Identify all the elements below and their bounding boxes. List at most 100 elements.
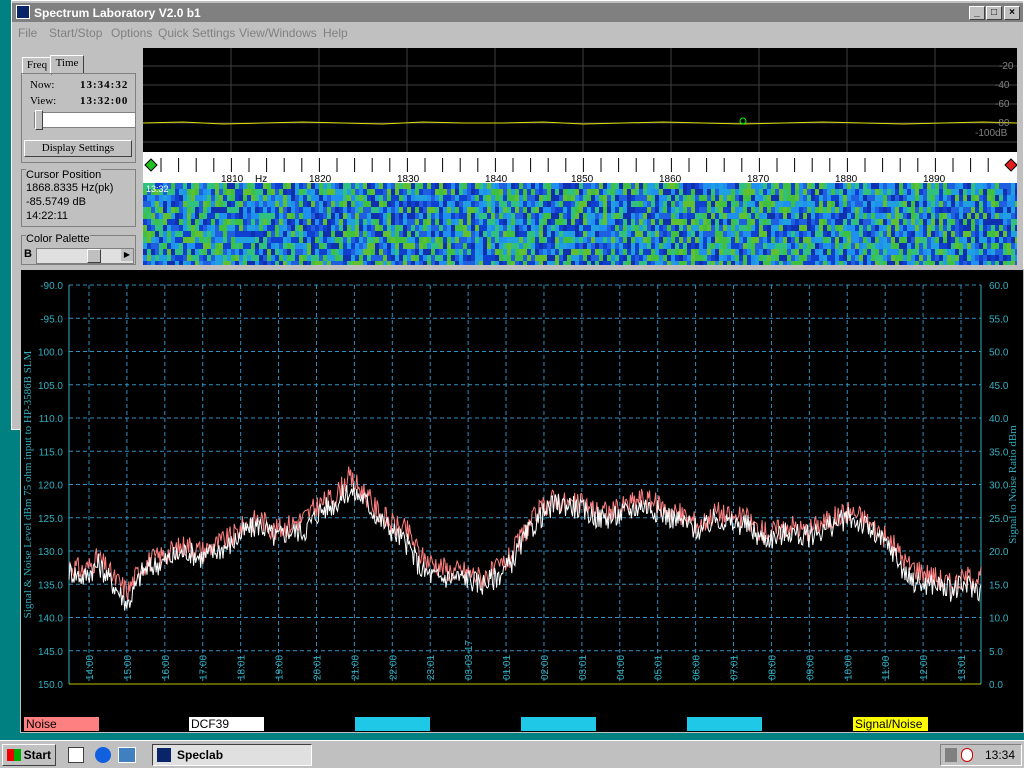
- waterfall-cell: [1007, 213, 1011, 219]
- time-slider[interactable]: [34, 110, 136, 130]
- waterfall-cell: [783, 195, 787, 201]
- waterfall-cell: [811, 249, 815, 255]
- waterfall-cell: [155, 225, 159, 231]
- legend-item[interactable]: [521, 717, 596, 731]
- waterfall-cell: [667, 207, 671, 213]
- waterfall-cell: [967, 201, 971, 207]
- waterfall-cell: [143, 261, 147, 265]
- waterfall-cell: [999, 207, 1003, 213]
- waterfall-cell: [671, 213, 675, 219]
- menu-file[interactable]: File: [18, 26, 37, 40]
- waterfall-cell: [415, 237, 419, 243]
- palette-scrollbar[interactable]: ▶: [36, 248, 134, 264]
- palette-scroll-thumb[interactable]: [87, 249, 101, 263]
- waterfall-cell: [347, 225, 351, 231]
- waterfall-cell: [1011, 183, 1015, 189]
- waterfall-cell: [267, 201, 271, 207]
- waterfall-cell: [311, 261, 315, 265]
- waterfall-cell: [231, 243, 235, 249]
- waterfall-cell: [607, 207, 611, 213]
- waterfall-cell: [1015, 231, 1017, 237]
- waterfall-cell: [859, 243, 863, 249]
- waterfall-cell: [575, 183, 579, 189]
- waterfall-cell: [147, 207, 151, 213]
- frequency-ruler[interactable]: 1810 Hz 1820 1830 1840 1850 1860 1870 18…: [143, 152, 1018, 185]
- waterfall-cell: [563, 195, 567, 201]
- waterfall-cell: [739, 207, 743, 213]
- menu-view-windows[interactable]: View/Windows: [239, 26, 317, 40]
- channels-icon[interactable]: [118, 747, 136, 763]
- display-settings-button[interactable]: Display Settings: [24, 140, 132, 157]
- waterfall-cell: [875, 183, 879, 189]
- waterfall-cell: [619, 201, 623, 207]
- waterfall-display[interactable]: 13:32: [143, 183, 1017, 265]
- task-speclab[interactable]: Speclab: [152, 744, 312, 766]
- minimize-button[interactable]: _: [969, 6, 985, 20]
- waterfall-cell: [611, 189, 615, 195]
- right-marker-icon[interactable]: [1004, 158, 1018, 172]
- clock[interactable]: 13:34: [985, 748, 1015, 762]
- app-icon[interactable]: [16, 5, 30, 19]
- waterfall-cell: [199, 231, 203, 237]
- waterfall-cell: [415, 201, 419, 207]
- waterfall-cell: [367, 195, 371, 201]
- waterfall-cell: [603, 261, 607, 265]
- waterfall-cell: [311, 195, 315, 201]
- maximize-button[interactable]: □: [986, 6, 1002, 20]
- start-button[interactable]: Start: [2, 744, 56, 766]
- waterfall-cell: [299, 225, 303, 231]
- waterfall-cell: [731, 201, 735, 207]
- desktop-icon[interactable]: [68, 747, 84, 763]
- legend-item[interactable]: [687, 717, 762, 731]
- waterfall-cell: [703, 243, 707, 249]
- waterfall-cell: [647, 231, 651, 237]
- legend-item[interactable]: Noise: [24, 717, 99, 731]
- waterfall-cell: [647, 255, 651, 261]
- waterfall-cell: [435, 195, 439, 201]
- waterfall-cell: [955, 243, 959, 249]
- waterfall-cell: [155, 207, 159, 213]
- waterfall-cell: [283, 207, 287, 213]
- spectrum-display[interactable]: -20 -40 -60 -80 -100dB: [142, 48, 1018, 152]
- waterfall-cell: [479, 249, 483, 255]
- waterfall-cell: [475, 207, 479, 213]
- menu-options[interactable]: Options: [111, 26, 152, 40]
- waterfall-cell: [467, 231, 471, 237]
- network-icon[interactable]: [961, 748, 973, 762]
- x-tick-label: 09:00: [805, 655, 816, 680]
- waterfall-cell: [723, 231, 727, 237]
- menu-quick-settings[interactable]: Quick Settings: [158, 26, 235, 40]
- waterfall-cell: [927, 201, 931, 207]
- waterfall-cell: [1007, 201, 1011, 207]
- legend-item[interactable]: DCF39: [189, 717, 264, 731]
- waterfall-cell: [903, 225, 907, 231]
- waterfall-cell: [375, 237, 379, 243]
- slider-thumb[interactable]: [35, 110, 43, 130]
- waterfall-cell: [723, 243, 727, 249]
- tab-time[interactable]: Time: [50, 55, 84, 74]
- waterfall-cell: [339, 225, 343, 231]
- menu-help[interactable]: Help: [323, 26, 348, 40]
- waterfall-cell: [939, 183, 943, 189]
- menu-start-stop[interactable]: Start/Stop: [49, 26, 102, 40]
- legend-item[interactable]: Signal/Noise: [853, 717, 928, 731]
- legend-item[interactable]: [355, 717, 430, 731]
- browser-icon[interactable]: [95, 747, 111, 763]
- waterfall-cell: [607, 237, 611, 243]
- waterfall-cell: [303, 255, 307, 261]
- title-bar[interactable]: Spectrum Laboratory V2.0 b1 _ □ ×: [12, 3, 1023, 22]
- waterfall-cell: [475, 195, 479, 201]
- volume-icon[interactable]: [945, 748, 957, 762]
- waterfall-cell: [811, 201, 815, 207]
- scroll-right-icon[interactable]: ▶: [121, 249, 133, 261]
- waterfall-cell: [323, 207, 327, 213]
- waterfall-cell: [995, 189, 999, 195]
- waterfall-cell: [267, 183, 271, 189]
- waterfall-cell: [451, 195, 455, 201]
- waterfall-cell: [631, 249, 635, 255]
- waterfall-cell: [407, 195, 411, 201]
- waterfall-cell: [447, 231, 451, 237]
- close-button[interactable]: ×: [1004, 6, 1020, 20]
- left-marker-icon[interactable]: [144, 158, 158, 172]
- waterfall-cell: [199, 249, 203, 255]
